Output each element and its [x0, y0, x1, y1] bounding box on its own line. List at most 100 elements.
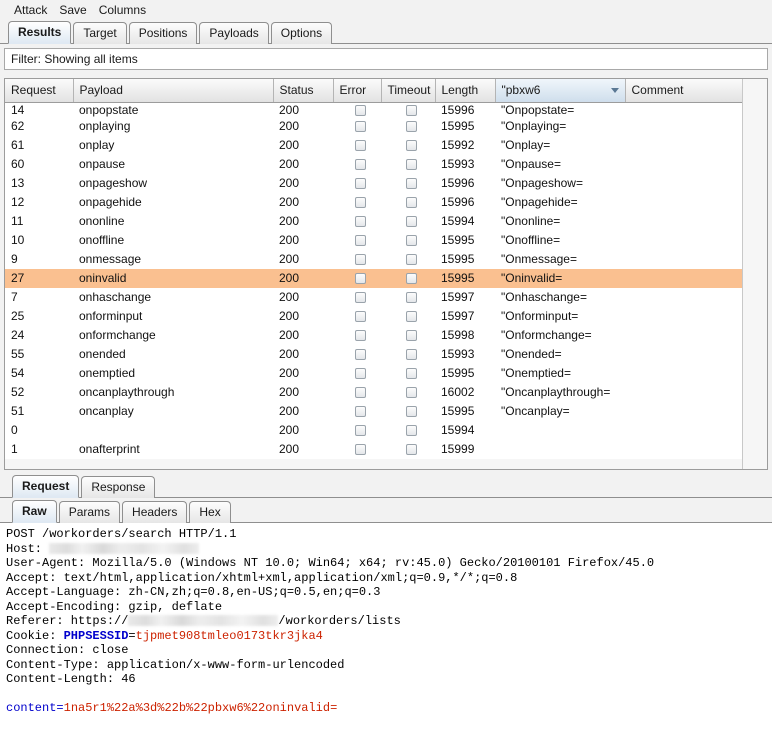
cell-timeout-checkbox[interactable]: [381, 325, 435, 345]
column-header-length[interactable]: Length: [435, 79, 496, 103]
cell-timeout-checkbox[interactable]: [381, 173, 435, 193]
cell-timeout-checkbox[interactable]: [381, 249, 435, 269]
checkbox-icon[interactable]: [354, 273, 366, 285]
filter-bar[interactable]: Filter: Showing all items: [4, 48, 768, 70]
table-row[interactable]: 27 oninvalid 200 15995 "Oninvalid=: [5, 268, 767, 288]
cell-error-checkbox[interactable]: [333, 154, 381, 174]
tab-hex[interactable]: Hex: [189, 501, 231, 523]
menu-save[interactable]: Save: [53, 1, 92, 19]
table-row[interactable]: 0 200 15994: [5, 420, 767, 440]
table-row[interactable]: 51 oncanplay 200 15995 "Oncanplay=: [5, 401, 767, 421]
tab-params[interactable]: Params: [58, 501, 121, 523]
checkbox-icon[interactable]: [354, 121, 366, 133]
checkbox-icon[interactable]: [354, 216, 366, 228]
cell-error-checkbox[interactable]: [333, 211, 381, 231]
table-row[interactable]: 25 onforminput 200 15997 "Onforminput=: [5, 306, 767, 326]
table-row[interactable]: 52 oncanplaythrough 200 16002 "Oncanplaythro…: [5, 382, 767, 402]
cell-timeout-checkbox[interactable]: [381, 154, 435, 174]
column-header-status[interactable]: Status: [273, 79, 334, 103]
cell-timeout-checkbox[interactable]: [381, 192, 435, 212]
table-row[interactable]: 11 ononline 200 15994 "Ononline=: [5, 211, 767, 231]
cell-timeout-checkbox[interactable]: [381, 287, 435, 307]
checkbox-icon[interactable]: [405, 368, 417, 380]
checkbox-icon[interactable]: [354, 387, 366, 399]
checkbox-icon[interactable]: [354, 425, 366, 437]
checkbox-icon[interactable]: [405, 216, 417, 228]
menu-attack[interactable]: Attack: [8, 1, 53, 19]
checkbox-icon[interactable]: [405, 178, 417, 190]
tab-headers[interactable]: Headers: [122, 501, 188, 523]
cell-timeout-checkbox[interactable]: [381, 135, 435, 155]
cell-timeout-checkbox[interactable]: [381, 401, 435, 421]
cell-timeout-checkbox[interactable]: [381, 439, 435, 459]
checkbox-icon[interactable]: [405, 159, 417, 171]
cell-error-checkbox[interactable]: [333, 420, 381, 440]
cell-timeout-checkbox[interactable]: [381, 363, 435, 383]
raw-request-editor[interactable]: POST /workorders/search HTTP/1.1 Host: U…: [0, 523, 772, 739]
checkbox-icon[interactable]: [354, 444, 366, 456]
column-header-error[interactable]: Error: [333, 79, 382, 103]
column-header-timeout[interactable]: Timeout: [381, 79, 436, 103]
cell-error-checkbox[interactable]: [333, 439, 381, 459]
tab-payloads[interactable]: Payloads: [199, 22, 269, 44]
cell-timeout-checkbox[interactable]: [381, 211, 435, 231]
column-header-payload[interactable]: Payload: [73, 79, 274, 103]
checkbox-icon[interactable]: [405, 292, 417, 304]
cell-error-checkbox[interactable]: [333, 363, 381, 383]
cell-error-checkbox[interactable]: [333, 325, 381, 345]
checkbox-icon[interactable]: [354, 406, 366, 418]
checkbox-icon[interactable]: [405, 349, 417, 361]
chevron-down-icon[interactable]: [610, 88, 619, 93]
checkbox-icon[interactable]: [405, 254, 417, 266]
cell-error-checkbox[interactable]: [333, 116, 381, 136]
tab-positions[interactable]: Positions: [128, 22, 198, 44]
checkbox-icon[interactable]: [354, 368, 366, 380]
results-table-container[interactable]: Request Payload Status Error Timeout Length "p…: [4, 78, 768, 470]
checkbox-icon[interactable]: [405, 330, 417, 342]
cell-timeout-checkbox[interactable]: [381, 268, 435, 288]
checkbox-icon[interactable]: [405, 235, 417, 247]
checkbox-icon[interactable]: [405, 311, 417, 323]
table-row[interactable]: 10 onoffline 200 15995 "Onoffline=: [5, 230, 767, 250]
checkbox-icon[interactable]: [354, 140, 366, 152]
cell-timeout-checkbox[interactable]: [381, 230, 435, 250]
checkbox-icon[interactable]: [354, 292, 366, 304]
tab-target[interactable]: Target: [73, 22, 127, 44]
checkbox-icon[interactable]: [405, 406, 417, 418]
checkbox-icon[interactable]: [405, 104, 417, 116]
tab-raw[interactable]: Raw: [12, 500, 57, 523]
checkbox-icon[interactable]: [405, 444, 417, 456]
checkbox-icon[interactable]: [354, 178, 366, 190]
cell-error-checkbox[interactable]: [333, 173, 381, 193]
checkbox-icon[interactable]: [354, 235, 366, 247]
cell-error-checkbox[interactable]: [333, 306, 381, 326]
cell-error-checkbox[interactable]: [333, 249, 381, 269]
cell-error-checkbox[interactable]: [333, 382, 381, 402]
checkbox-icon[interactable]: [405, 387, 417, 399]
tab-options[interactable]: Options: [270, 22, 333, 44]
tab-response[interactable]: Response: [81, 476, 156, 498]
checkbox-icon[interactable]: [354, 311, 366, 323]
column-header-pbxw6[interactable]: "pbxw6: [495, 79, 626, 103]
cell-timeout-checkbox[interactable]: [381, 306, 435, 326]
checkbox-icon[interactable]: [405, 425, 417, 437]
table-row[interactable]: 9 onmessage 200 15995 "Onmessage=: [5, 249, 767, 269]
table-row[interactable]: 24 onformchange 200 15998 "Onformchange=: [5, 325, 767, 345]
cell-timeout-checkbox[interactable]: [381, 102, 435, 117]
table-row[interactable]: 13 onpageshow 200 15996 "Onpageshow=: [5, 173, 767, 193]
checkbox-icon[interactable]: [354, 197, 366, 209]
checkbox-icon[interactable]: [354, 349, 366, 361]
cell-error-checkbox[interactable]: [333, 135, 381, 155]
checkbox-icon[interactable]: [354, 330, 366, 342]
cell-error-checkbox[interactable]: [333, 268, 381, 288]
table-row[interactable]: 14 onpopstate 200 15996 "Onpopstate=: [5, 102, 767, 117]
cell-timeout-checkbox[interactable]: [381, 420, 435, 440]
cell-error-checkbox[interactable]: [333, 344, 381, 364]
checkbox-icon[interactable]: [405, 273, 417, 285]
checkbox-icon[interactable]: [354, 159, 366, 171]
table-row[interactable]: 55 onended 200 15993 "Onended=: [5, 344, 767, 364]
table-row[interactable]: 60 onpause 200 15993 "Onpause=: [5, 154, 767, 174]
checkbox-icon[interactable]: [405, 197, 417, 209]
checkbox-icon[interactable]: [405, 121, 417, 133]
column-header-request[interactable]: Request: [5, 79, 74, 103]
